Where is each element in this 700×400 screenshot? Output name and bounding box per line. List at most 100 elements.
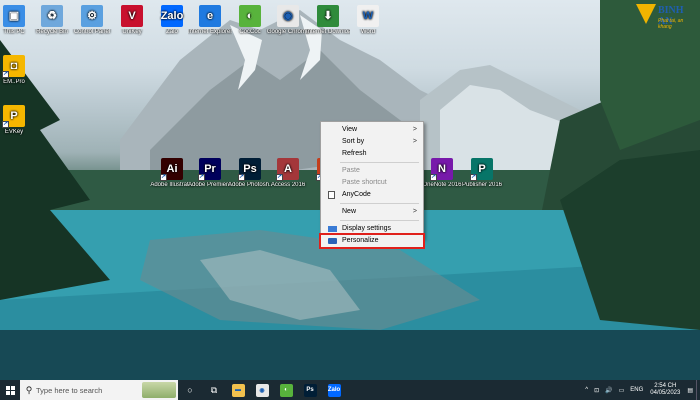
taskbar-clock[interactable]: 2:54 CH 04/05/2023 [646,383,684,397]
windows-logo-icon [5,385,15,395]
taskbar-app-file-explorer[interactable]: ▬ [226,380,250,400]
shortcut-arrow-icon: ↗ [470,174,477,181]
shortcut-arrow-icon: ↗ [160,174,167,181]
task-view-button[interactable]: ⧉ [202,380,226,400]
desktop-icon-publisher-2016[interactable]: P ↗ Publisher 2016 [460,158,504,189]
desktop-icon-word[interactable]: W Word [346,5,390,36]
start-button[interactable] [0,380,20,400]
desktop-icon-onenote-2016[interactable]: N ↗ OneNote 2016 [420,158,464,189]
adobe-photoshop-icon: Ps ↗ [238,158,261,181]
desktop-icon-control-panel[interactable]: ⚙ Control Panel [70,5,114,36]
menu-item-view[interactable]: View > [321,124,423,136]
menu-item-sort-by[interactable]: Sort by > [321,136,423,148]
desktop-icon-label: Adobe Premiere Pro [188,182,232,188]
menu-item-paste: Paste [321,165,423,177]
desktop-icon-recycle-bin[interactable]: ♻ Recycle Bin [30,5,74,36]
taskbar-app-google-chrome[interactable]: ◉ [250,380,274,400]
shortcut-arrow-icon: ↗ [2,121,9,128]
tray-chevron-icon[interactable]: ^ [582,387,591,393]
menu-item-label: Paste [342,167,360,174]
taskbar-search-box[interactable]: ⚲ Type here to search [20,380,178,400]
desktop-icon-google-chrome[interactable]: ◉ Google Chrome [266,5,310,36]
photoshop-icon: Ps [303,383,317,397]
shortcut-arrow-icon: ↗ [430,174,437,181]
menu-item-new[interactable]: New > [321,206,423,218]
shortcut-arrow-icon: ↗ [198,174,205,181]
clock-time: 2:54 CH [654,383,677,389]
taskbar-app-zalo[interactable]: Zalo [322,380,346,400]
menu-item-label: Sort by [342,138,365,145]
menu-separator [340,220,419,221]
onenote-2016-icon: N ↗ [430,158,453,181]
menu-item-label: AnyCode [342,191,371,198]
search-icon: ⚲ [25,384,33,395]
desktop-icon-label: UniKey [122,29,142,35]
search-placeholder: Type here to search [36,385,103,395]
company-logo: BINH AN Phat tai, an khang [636,4,698,30]
taskbar-app-photoshop[interactable]: Ps [298,380,322,400]
coccoc-icon: ◐ [239,5,261,27]
menu-item-anycode[interactable]: AnyCode [321,189,423,201]
show-desktop-button[interactable] [696,380,700,400]
internet-download-icon: ⬇ [317,5,339,27]
adobe-premiere-icon: Pr ↗ [198,158,221,181]
adobe-illustrator-icon: Ai ↗ [160,158,183,181]
desktop-icon-evkey[interactable]: P ↗ EVKey [0,105,36,136]
notification-icon[interactable]: ▤ [684,387,696,394]
google-chrome-icon: ◉ [255,383,269,397]
em-pro-icon: ◘ ↗ [2,55,25,78]
desktop-icon-label: Internet Download [306,29,350,35]
cortana-icon: ○ [187,385,193,395]
desktop-icon-label: Publisher 2016 [461,182,503,188]
desktop-icon-label: Word [360,29,376,35]
desktop-icon-label: OneNote 2016 [422,182,462,188]
menu-item-refresh[interactable]: Refresh [321,148,423,160]
desktop-icon-internet-download[interactable]: ⬇ Internet Download [306,5,350,36]
access-2016-icon: A ↗ [276,158,299,181]
menu-item-paste-shortcut: Paste shortcut [321,177,423,189]
menu-separator [340,203,419,204]
desktop-icon-adobe-premiere[interactable]: Pr↗Adobe Premiere Pro [188,158,232,189]
menu-separator [340,162,419,163]
menu-item-label: New [342,208,357,215]
word-icon: W [357,5,379,27]
anycode-icon [328,191,335,199]
menu-item-label: Paste shortcut [342,179,387,186]
menu-item-display-settings[interactable]: Display settings [321,223,423,235]
this-pc-icon: ▣ [3,5,25,27]
taskbar-pinned-apps: ▬ ◉ ◐ Ps Zalo [226,380,346,400]
network-icon[interactable]: ⊡ [591,387,602,394]
logo-triangle-icon [636,4,656,24]
unikey-icon: V [121,5,143,27]
battery-icon[interactable]: ▭ [616,387,628,394]
desktop-icon-access-2016[interactable]: A ↗ Access 2016 [266,158,310,189]
control-panel-icon: ⚙ [81,5,103,27]
menu-item-label: Refresh [342,150,367,157]
clock-date: 04/05/2023 [650,390,681,396]
desktop-icon-label: Control Panel [73,29,111,35]
submenu-arrow-icon: > [412,126,417,133]
personalize-icon [328,238,337,244]
submenu-arrow-icon: > [412,138,417,145]
speaker-icon[interactable]: 🔊 [602,387,615,394]
desktop-icon-label: Google Chrome [266,29,310,35]
language-indicator[interactable]: ENG [627,387,646,393]
task-view-icon: ⧉ [210,384,218,395]
coccoc-icon: ◐ [279,383,293,397]
display-icon [328,226,337,232]
internet-explorer-icon: e [199,5,221,27]
taskbar: ⚲ Type here to search ○ ⧉ ▬ ◉ ◐ Ps Zalo ^ ⊡ … [0,380,700,400]
publisher-2016-icon: P ↗ [470,158,493,181]
desktop-icon-unikey[interactable]: V UniKey [110,5,154,36]
cortana-button[interactable]: ○ [178,380,202,400]
shortcut-arrow-icon: ↗ [238,174,245,181]
taskbar-app-coccoc[interactable]: ◐ [274,380,298,400]
desktop-icon-internet-explorer[interactable]: e Internet Explorer [188,5,232,36]
desktop-icon-em-pro[interactable]: ◘ ↗ EM..Pro [0,55,36,86]
recycle-bin-icon: ♻ [41,5,63,27]
shortcut-arrow-icon: ↗ [2,71,9,78]
desktop-icon-label: Recycle Bin [36,29,68,35]
menu-item-label: View [342,126,358,133]
menu-item-label: Personalize [342,237,379,244]
menu-item-personalize[interactable]: Personalize [319,233,425,249]
